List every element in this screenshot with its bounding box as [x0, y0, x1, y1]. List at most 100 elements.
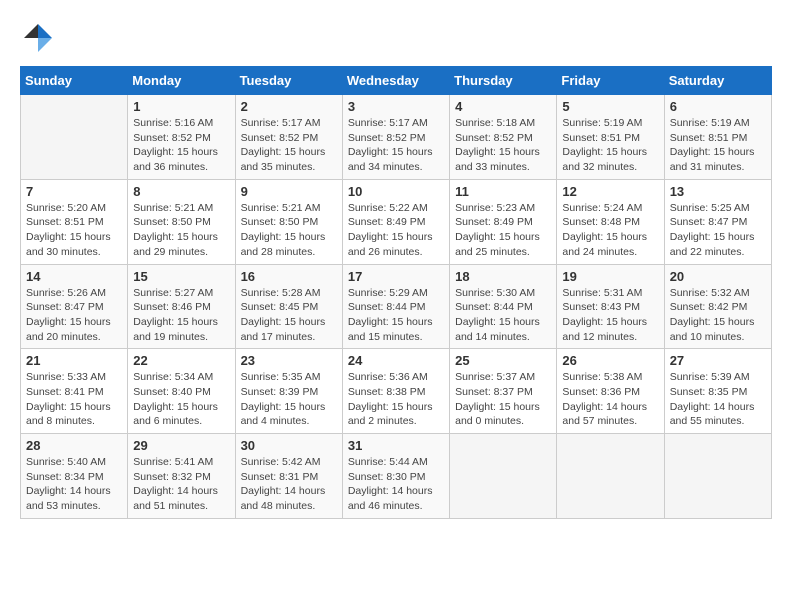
calendar-cell: [664, 434, 771, 519]
day-number: 30: [241, 438, 337, 453]
day-info: Sunrise: 5:33 AMSunset: 8:41 PMDaylight:…: [26, 370, 122, 429]
calendar-cell: 5Sunrise: 5:19 AMSunset: 8:51 PMDaylight…: [557, 95, 664, 180]
day-number: 28: [26, 438, 122, 453]
day-number: 24: [348, 353, 444, 368]
calendar-cell: 13 Sunrise: 5:25 AMSunset: 8:47 PMDayligh…: [664, 179, 771, 264]
day-number: 29: [133, 438, 229, 453]
calendar-cell: 1Sunrise: 5:16 AMSunset: 8:52 PMDaylight…: [128, 95, 235, 180]
day-info: Sunrise: 5:16 AMSunset: 8:52 PMDaylight:…: [133, 116, 229, 175]
day-info: Sunrise: 5:39 AMSunset: 8:35 PMDaylight:…: [670, 370, 766, 429]
calendar-cell: 17 Sunrise: 5:29 AMSunset: 8:44 PMDayligh…: [342, 264, 449, 349]
day-info: Sunrise: 5:19 AMSunset: 8:51 PMDaylight:…: [670, 116, 766, 175]
calendar-cell: 25 Sunrise: 5:37 AMSunset: 8:37 PMDayligh…: [450, 349, 557, 434]
calendar-cell: 7 Sunrise: 5:20 AMSunset: 8:51 PMDaylight…: [21, 179, 128, 264]
day-number: 22: [133, 353, 229, 368]
logo-icon: [20, 20, 56, 56]
day-info: Sunrise: 5:17 AMSunset: 8:52 PMDaylight:…: [348, 116, 444, 175]
calendar-cell: 31Sunrise: 5:44 AMSunset: 8:30 PMDayligh…: [342, 434, 449, 519]
calendar-cell: 3 Sunrise: 5:17 AMSunset: 8:52 PMDaylight…: [342, 95, 449, 180]
day-info: Sunrise: 5:24 AMSunset: 8:48 PMDaylight:…: [562, 201, 658, 260]
day-info: Sunrise: 5:28 AMSunset: 8:45 PMDaylight:…: [241, 286, 337, 345]
day-number: 2: [241, 99, 337, 114]
day-number: 25: [455, 353, 551, 368]
day-number: 8: [133, 184, 229, 199]
weekday-header: Thursday: [450, 67, 557, 95]
day-number: 15: [133, 269, 229, 284]
calendar-cell: 2 Sunrise: 5:17 AMSunset: 8:52 PMDaylight…: [235, 95, 342, 180]
calendar-cell: 30 Sunrise: 5:42 AMSunset: 8:31 PMDayligh…: [235, 434, 342, 519]
calendar-cell: 10Sunrise: 5:22 AMSunset: 8:49 PMDayligh…: [342, 179, 449, 264]
calendar-cell: 8 Sunrise: 5:21 AMSunset: 8:50 PMDaylight…: [128, 179, 235, 264]
day-info: Sunrise: 5:34 AMSunset: 8:40 PMDaylight:…: [133, 370, 229, 429]
calendar-cell: 21 Sunrise: 5:33 AMSunset: 8:41 PMDayligh…: [21, 349, 128, 434]
day-number: 5: [562, 99, 658, 114]
day-info: Sunrise: 5:22 AMSunset: 8:49 PMDaylight:…: [348, 201, 444, 260]
day-info: Sunrise: 5:21 AMSunset: 8:50 PMDaylight:…: [133, 201, 229, 260]
day-info: Sunrise: 5:29 AMSunset: 8:44 PMDaylight:…: [348, 286, 444, 345]
day-number: 9: [241, 184, 337, 199]
calendar-cell: 16 Sunrise: 5:28 AMSunset: 8:45 PMDayligh…: [235, 264, 342, 349]
calendar-week-row: 14 Sunrise: 5:26 AMSunset: 8:47 PMDayligh…: [21, 264, 772, 349]
day-number: 23: [241, 353, 337, 368]
weekday-header: Saturday: [664, 67, 771, 95]
day-number: 18: [455, 269, 551, 284]
calendar-cell: 20 Sunrise: 5:32 AMSunset: 8:42 PMDayligh…: [664, 264, 771, 349]
calendar-cell: 4Sunrise: 5:18 AMSunset: 8:52 PMDaylight…: [450, 95, 557, 180]
weekday-header: Friday: [557, 67, 664, 95]
day-info: Sunrise: 5:32 AMSunset: 8:42 PMDaylight:…: [670, 286, 766, 345]
calendar-cell: 26 Sunrise: 5:38 AMSunset: 8:36 PMDayligh…: [557, 349, 664, 434]
day-info: Sunrise: 5:35 AMSunset: 8:39 PMDaylight:…: [241, 370, 337, 429]
day-info: Sunrise: 5:17 AMSunset: 8:52 PMDaylight:…: [241, 116, 337, 175]
calendar-cell: 18 Sunrise: 5:30 AMSunset: 8:44 PMDayligh…: [450, 264, 557, 349]
weekday-header-row: SundayMondayTuesdayWednesdayThursdayFrid…: [21, 67, 772, 95]
day-info: Sunrise: 5:36 AMSunset: 8:38 PMDaylight:…: [348, 370, 444, 429]
day-number: 26: [562, 353, 658, 368]
day-number: 3: [348, 99, 444, 114]
day-number: 13: [670, 184, 766, 199]
day-number: 31: [348, 438, 444, 453]
calendar-cell: 28Sunrise: 5:40 AMSunset: 8:34 PMDayligh…: [21, 434, 128, 519]
day-number: 17: [348, 269, 444, 284]
logo: [20, 20, 60, 56]
calendar-cell: 15 Sunrise: 5:27 AMSunset: 8:46 PMDayligh…: [128, 264, 235, 349]
calendar-week-row: 1Sunrise: 5:16 AMSunset: 8:52 PMDaylight…: [21, 95, 772, 180]
weekday-header: Tuesday: [235, 67, 342, 95]
calendar-cell: 9 Sunrise: 5:21 AMSunset: 8:50 PMDaylight…: [235, 179, 342, 264]
weekday-header: Sunday: [21, 67, 128, 95]
day-info: Sunrise: 5:30 AMSunset: 8:44 PMDaylight:…: [455, 286, 551, 345]
calendar-cell: 11 Sunrise: 5:23 AMSunset: 8:49 PMDayligh…: [450, 179, 557, 264]
day-info: Sunrise: 5:23 AMSunset: 8:49 PMDaylight:…: [455, 201, 551, 260]
calendar-week-row: 21 Sunrise: 5:33 AMSunset: 8:41 PMDayligh…: [21, 349, 772, 434]
day-info: Sunrise: 5:21 AMSunset: 8:50 PMDaylight:…: [241, 201, 337, 260]
calendar-cell: 23 Sunrise: 5:35 AMSunset: 8:39 PMDayligh…: [235, 349, 342, 434]
day-info: Sunrise: 5:27 AMSunset: 8:46 PMDaylight:…: [133, 286, 229, 345]
calendar-cell: [557, 434, 664, 519]
day-number: 19: [562, 269, 658, 284]
calendar-cell: 29Sunrise: 5:41 AMSunset: 8:32 PMDayligh…: [128, 434, 235, 519]
calendar-cell: 22 Sunrise: 5:34 AMSunset: 8:40 PMDayligh…: [128, 349, 235, 434]
calendar-cell: 24 Sunrise: 5:36 AMSunset: 8:38 PMDayligh…: [342, 349, 449, 434]
day-info: Sunrise: 5:25 AMSunset: 8:47 PMDaylight:…: [670, 201, 766, 260]
day-number: 16: [241, 269, 337, 284]
day-number: 7: [26, 184, 122, 199]
day-number: 6: [670, 99, 766, 114]
day-number: 20: [670, 269, 766, 284]
day-number: 4: [455, 99, 551, 114]
calendar-cell: 19 Sunrise: 5:31 AMSunset: 8:43 PMDayligh…: [557, 264, 664, 349]
day-info: Sunrise: 5:37 AMSunset: 8:37 PMDaylight:…: [455, 370, 551, 429]
day-number: 27: [670, 353, 766, 368]
calendar-cell: [450, 434, 557, 519]
day-number: 12: [562, 184, 658, 199]
calendar-week-row: 28Sunrise: 5:40 AMSunset: 8:34 PMDayligh…: [21, 434, 772, 519]
day-info: Sunrise: 5:31 AMSunset: 8:43 PMDaylight:…: [562, 286, 658, 345]
day-number: 11: [455, 184, 551, 199]
page-header: [20, 20, 772, 56]
day-info: Sunrise: 5:26 AMSunset: 8:47 PMDaylight:…: [26, 286, 122, 345]
day-number: 14: [26, 269, 122, 284]
weekday-header: Monday: [128, 67, 235, 95]
calendar-cell: 27 Sunrise: 5:39 AMSunset: 8:35 PMDayligh…: [664, 349, 771, 434]
day-info: Sunrise: 5:20 AMSunset: 8:51 PMDaylight:…: [26, 201, 122, 260]
day-info: Sunrise: 5:42 AMSunset: 8:31 PMDaylight:…: [241, 455, 337, 514]
day-info: Sunrise: 5:38 AMSunset: 8:36 PMDaylight:…: [562, 370, 658, 429]
day-number: 21: [26, 353, 122, 368]
